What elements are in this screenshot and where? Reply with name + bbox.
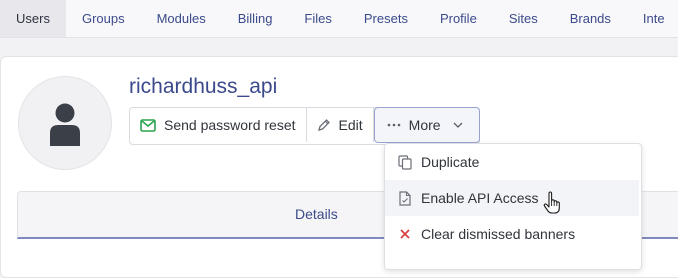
x-icon [397, 229, 413, 239]
tab-integrations[interactable]: Inte [627, 0, 678, 37]
menu-item-clear-dismissed-banners-label: Clear dismissed banners [421, 226, 576, 242]
hand-cursor-icon [543, 191, 560, 214]
avatar [18, 76, 112, 170]
ellipsis-icon [387, 123, 401, 127]
menu-item-duplicate-label: Duplicate [421, 154, 480, 170]
tab-billing[interactable]: Billing [222, 0, 289, 37]
pencil-icon [317, 118, 331, 132]
send-password-reset-label: Send password reset [164, 117, 296, 133]
menu-item-enable-api-access[interactable]: Enable API Access [385, 180, 639, 216]
tab-groups[interactable]: Groups [66, 0, 141, 37]
more-button[interactable]: More [373, 107, 480, 143]
action-button-group: Send password reset Edit More [129, 107, 480, 145]
tab-profile[interactable]: Profile [424, 0, 493, 37]
tab-details[interactable]: Details [295, 206, 338, 222]
duplicate-icon [397, 154, 413, 170]
tab-sites[interactable]: Sites [493, 0, 554, 37]
page-title: richardhuss_api [129, 75, 278, 98]
edit-button[interactable]: Edit [307, 108, 374, 142]
menu-item-duplicate[interactable]: Duplicate [385, 144, 639, 180]
tab-presets[interactable]: Presets [348, 0, 424, 37]
menu-item-enable-api-access-label: Enable API Access [421, 190, 539, 206]
menu-item-clear-dismissed-banners[interactable]: Clear dismissed banners [385, 216, 639, 252]
top-tab-bar: Users Groups Modules Billing Files Prese… [0, 0, 678, 38]
tab-users[interactable]: Users [0, 0, 66, 37]
chevron-down-icon [453, 122, 463, 128]
document-icon [397, 190, 413, 206]
send-password-reset-button[interactable]: Send password reset [130, 108, 307, 142]
envelope-icon [140, 118, 156, 132]
more-label: More [408, 117, 441, 133]
edit-label: Edit [338, 117, 363, 133]
tab-brands[interactable]: Brands [554, 0, 627, 37]
user-icon [50, 103, 80, 146]
more-dropdown-menu: Duplicate Enable API Access Clear dismis… [384, 143, 642, 270]
tab-modules[interactable]: Modules [141, 0, 222, 37]
tab-files[interactable]: Files [288, 0, 347, 37]
